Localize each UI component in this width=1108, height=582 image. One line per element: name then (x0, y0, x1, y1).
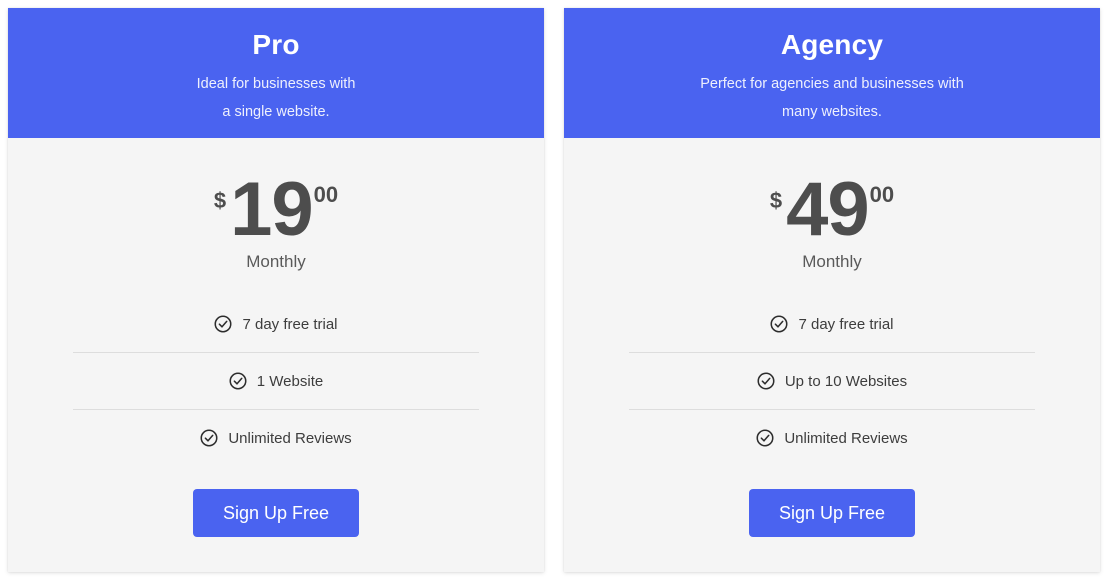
check-circle-icon (200, 429, 218, 447)
pricing-card-pro: Pro Ideal for businesses with a single w… (8, 8, 544, 572)
check-circle-icon (757, 372, 775, 390)
price-amount: 19 (230, 167, 314, 252)
price-block: $ 49 00 Monthly (564, 138, 1100, 270)
plan-description-line-1: Perfect for agencies and businesses with (700, 75, 964, 92)
feature-item: Unlimited Reviews (629, 410, 1035, 466)
plan-title: Agency (780, 29, 884, 60)
price-cents: 00 (869, 182, 895, 207)
feature-item: 1 Website (73, 353, 479, 409)
sign-up-free-button[interactable]: Sign Up Free (192, 489, 360, 538)
price-row: $ 49 00 (769, 167, 895, 252)
feature-label: 1 Website (256, 372, 324, 390)
plan-description-line-1: Ideal for businesses with (196, 75, 356, 92)
feature-item: Up to 10 Websites (629, 353, 1035, 409)
cta-wrapper: Sign Up Free (564, 489, 1100, 538)
price-currency-symbol: $ (769, 188, 783, 213)
pricing-table: Pro Ideal for businesses with a single w… (0, 0, 1108, 582)
price-row: $ 19 00 (213, 167, 339, 252)
feature-label: Unlimited Reviews (228, 429, 352, 447)
feature-item: Unlimited Reviews (73, 410, 479, 466)
sign-up-free-button[interactable]: Sign Up Free (748, 489, 916, 538)
check-circle-icon (214, 315, 232, 333)
price-period: Monthly (802, 252, 862, 272)
price-cents: 00 (313, 182, 339, 207)
check-circle-icon (229, 372, 247, 390)
cta-wrapper: Sign Up Free (8, 489, 544, 538)
price-block: $ 19 00 Monthly (8, 138, 544, 270)
pricing-card-body: $ 49 00 Monthly 7 day free trial Up to 1… (564, 138, 1100, 572)
feature-label: 7 day free trial (798, 315, 894, 333)
feature-list: 7 day free trial Up to 10 Websites Unlim… (629, 296, 1035, 466)
pricing-card-header: Pro Ideal for businesses with a single w… (8, 8, 544, 138)
check-circle-icon (770, 315, 788, 333)
price-amount: 49 (786, 167, 870, 252)
feature-label: Up to 10 Websites (784, 372, 908, 390)
pricing-card-body: $ 19 00 Monthly 7 day free trial 1 Websi… (8, 138, 544, 572)
plan-title: Pro (252, 29, 300, 60)
plan-description-line-2: many websites. (782, 103, 882, 120)
feature-label: Unlimited Reviews (784, 429, 908, 447)
price-currency-symbol: $ (213, 188, 227, 213)
plan-description-line-2: a single website. (222, 103, 330, 120)
pricing-card-header: Agency Perfect for agencies and business… (564, 8, 1100, 138)
check-circle-icon (756, 429, 774, 447)
feature-list: 7 day free trial 1 Website Unlimited Rev… (73, 296, 479, 466)
feature-label: 7 day free trial (242, 315, 338, 333)
feature-item: 7 day free trial (73, 296, 479, 352)
feature-item: 7 day free trial (629, 296, 1035, 352)
price-period: Monthly (246, 252, 306, 272)
pricing-card-agency: Agency Perfect for agencies and business… (564, 8, 1100, 572)
